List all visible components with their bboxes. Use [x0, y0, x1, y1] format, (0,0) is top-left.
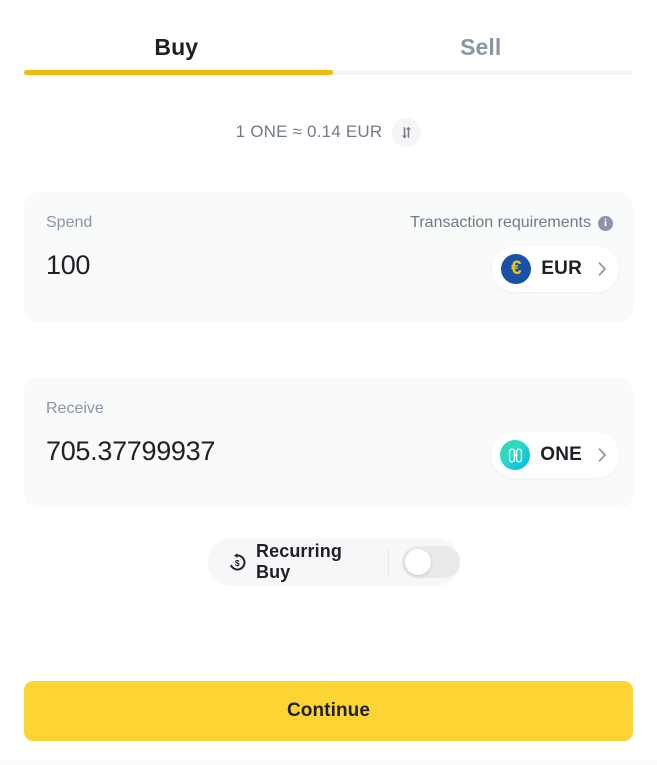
receive-currency-code: ONE — [540, 444, 582, 466]
tab-sell-label: Sell — [460, 34, 501, 61]
tab-active-indicator — [24, 70, 333, 75]
tab-rail — [24, 70, 633, 75]
receive-amount-input[interactable] — [46, 436, 446, 467]
chevron-right-icon — [598, 448, 607, 462]
chevron-right-icon — [598, 262, 607, 276]
tab-buy-label: Buy — [154, 34, 198, 61]
transaction-requirements-label: Transaction requirements — [410, 214, 591, 232]
receive-card: Receive ONE — [24, 378, 633, 508]
swap-direction-button[interactable] — [392, 118, 421, 147]
tab-buy[interactable]: Buy — [24, 20, 329, 74]
svg-text:$: $ — [235, 557, 240, 567]
spend-label: Spend — [46, 214, 92, 232]
recurring-divider — [388, 549, 389, 575]
tab-sell[interactable]: Sell — [329, 20, 634, 74]
toggle-knob — [405, 549, 431, 575]
harmony-one-coin-icon — [500, 440, 530, 470]
spend-currency-code: EUR — [541, 258, 582, 280]
receive-currency-selector[interactable]: ONE — [491, 432, 619, 478]
spend-currency-selector[interactable]: € EUR — [492, 246, 619, 292]
recurring-buy-toggle[interactable] — [402, 546, 460, 578]
bottom-strip — [0, 760, 657, 765]
recurring-payment-icon: $ — [228, 553, 247, 572]
info-icon[interactable]: i — [598, 216, 613, 231]
buy-sell-tabs: Buy Sell — [24, 20, 633, 74]
continue-button[interactable]: Continue — [24, 681, 633, 741]
exchange-rate-row: 1 ONE ≈ 0.14 EUR — [0, 112, 657, 152]
euro-coin-icon: € — [501, 254, 531, 284]
spend-card: Spend Transaction requirements i € EUR — [24, 192, 633, 322]
transaction-requirements-link[interactable]: Transaction requirements i — [410, 214, 613, 232]
recurring-buy-label: Recurring Buy — [256, 541, 375, 583]
swap-vertical-icon — [399, 125, 414, 140]
recurring-buy-panel: $ Recurring Buy — [208, 538, 460, 586]
receive-label: Receive — [46, 400, 104, 418]
exchange-rate-text: 1 ONE ≈ 0.14 EUR — [236, 122, 383, 142]
spend-amount-input[interactable] — [46, 250, 446, 281]
